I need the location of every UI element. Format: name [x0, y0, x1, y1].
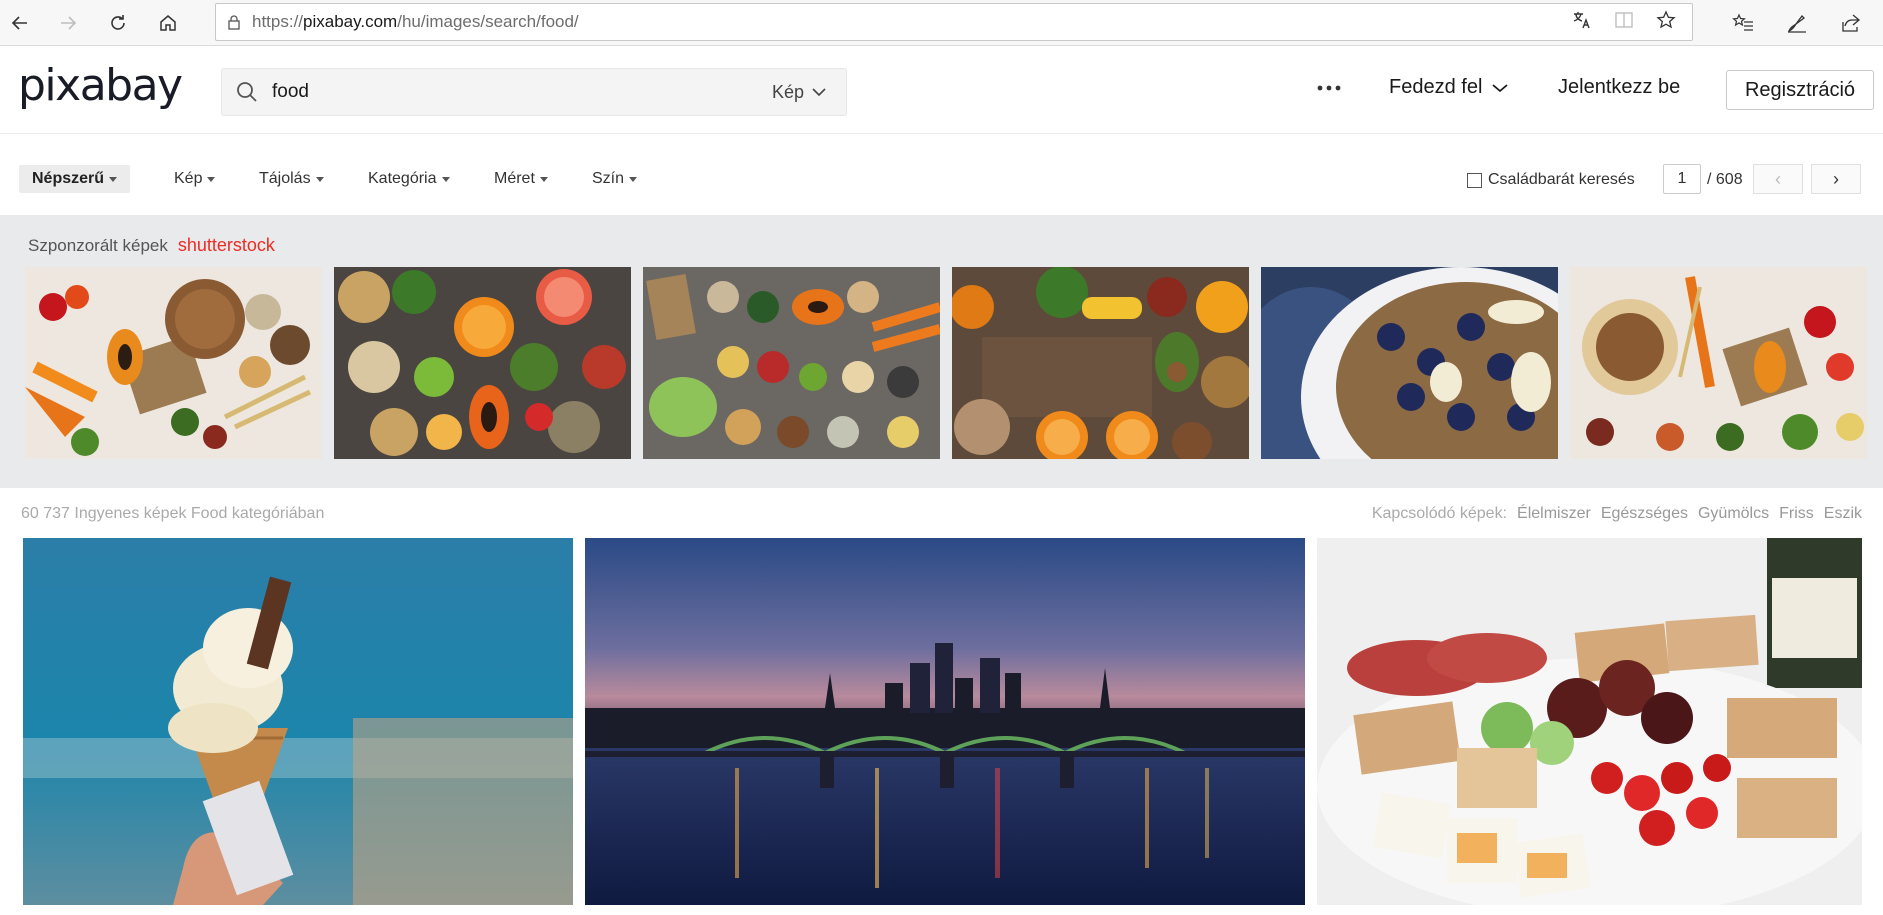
- sponsored-image-4[interactable]: [952, 267, 1249, 459]
- url-host: pixabay.com: [303, 12, 398, 31]
- filter-popular-label: Népszerű: [32, 170, 105, 187]
- site-header: pixabay Kép Fedezd fel Jelentkezz be Reg…: [0, 46, 1883, 134]
- caret-down-icon: [629, 176, 638, 182]
- filter-orientation[interactable]: Tájolás: [259, 165, 324, 193]
- url-path: /hu/images/search/food/: [397, 12, 579, 31]
- ellipsis-icon: [1317, 85, 1341, 91]
- caret-down-icon: [441, 176, 450, 182]
- translate-icon[interactable]: [1572, 10, 1592, 35]
- related-label: Kapcsolódó képek:: [1371, 505, 1508, 522]
- login-link[interactable]: Jelentkezz be: [1558, 76, 1680, 99]
- chevron-down-icon: [812, 88, 826, 97]
- filter-size[interactable]: Méret: [494, 165, 548, 193]
- favorite-star-icon[interactable]: [1656, 9, 1676, 35]
- page-total: / 608: [1707, 171, 1743, 188]
- related-tag-eat[interactable]: Eszik: [1824, 505, 1862, 523]
- share-icon[interactable]: [1835, 7, 1867, 39]
- related-tag-food[interactable]: Élelmiszer: [1517, 505, 1591, 523]
- filter-category-label: Kategória: [368, 170, 437, 187]
- search-type-dropdown[interactable]: Kép: [772, 82, 846, 103]
- result-image-2[interactable]: [585, 538, 1305, 905]
- result-image-1[interactable]: [23, 538, 573, 905]
- chevron-down-icon: [1492, 83, 1508, 92]
- sponsored-label: Szponzorált képek: [28, 236, 168, 255]
- arrow-right-icon: [61, 16, 77, 30]
- sponsored-section: Szponzorált képek shutterstock: [0, 215, 1883, 488]
- more-menu-button[interactable]: [1313, 72, 1345, 104]
- filter-category[interactable]: Kategória: [368, 165, 450, 193]
- caret-down-icon: [539, 176, 548, 182]
- family-safe-checkbox[interactable]: [1467, 172, 1482, 188]
- url-scheme: https://: [252, 12, 304, 31]
- explore-dropdown[interactable]: Fedezd fel: [1389, 76, 1508, 99]
- filter-size-label: Méret: [494, 170, 535, 187]
- reading-view-icon[interactable]: [1614, 10, 1634, 35]
- filter-image-type-label: Kép: [174, 170, 203, 187]
- family-safe-label: Családbarát keresés: [1488, 171, 1635, 188]
- register-button[interactable]: Regisztráció: [1726, 70, 1874, 110]
- lock-icon: [216, 14, 252, 30]
- filter-popular[interactable]: Népszerű: [19, 165, 131, 193]
- sponsored-image-2[interactable]: [334, 267, 631, 459]
- sponsored-image-6[interactable]: [1570, 267, 1867, 459]
- caret-down-icon: [109, 176, 118, 182]
- prev-page-button[interactable]: ‹: [1753, 164, 1803, 194]
- browser-toolbar: https://pixabay.com/hu/images/search/foo…: [0, 0, 1883, 46]
- shutterstock-logo[interactable]: shutterstock: [178, 235, 275, 256]
- filter-color[interactable]: Szín: [592, 165, 638, 193]
- family-safe-toggle[interactable]: Családbarát keresés: [1467, 171, 1635, 189]
- caret-down-icon: [315, 176, 324, 182]
- search-input[interactable]: [272, 81, 772, 103]
- sponsored-image-3[interactable]: [643, 267, 940, 459]
- home-button[interactable]: [152, 7, 184, 39]
- back-button[interactable]: [4, 7, 36, 39]
- sponsored-title: Szponzorált képek shutterstock: [28, 235, 275, 256]
- explore-label: Fedezd fel: [1389, 76, 1483, 98]
- filter-orientation-label: Tájolás: [259, 170, 311, 187]
- next-page-button[interactable]: ›: [1811, 164, 1861, 194]
- related-tag-healthy[interactable]: Egészséges: [1601, 505, 1688, 523]
- refresh-button[interactable]: [102, 7, 134, 39]
- related-tags: Kapcsolódó képek: Élelmiszer Egészséges …: [1372, 505, 1862, 523]
- home-icon: [160, 15, 176, 31]
- page-number-input[interactable]: [1663, 164, 1701, 194]
- chevron-right-icon: ›: [1833, 168, 1839, 189]
- refresh-icon: [111, 15, 125, 30]
- sponsored-image-5[interactable]: [1261, 267, 1558, 459]
- related-tag-fresh[interactable]: Friss: [1779, 505, 1814, 523]
- forward-button[interactable]: [52, 7, 84, 39]
- pen-icon[interactable]: [1781, 7, 1813, 39]
- caret-down-icon: [207, 176, 216, 182]
- address-bar[interactable]: https://pixabay.com/hu/images/search/foo…: [215, 3, 1693, 41]
- arrow-left-icon: [11, 16, 27, 30]
- result-image-3[interactable]: [1317, 538, 1862, 905]
- filter-image-type[interactable]: Kép: [174, 165, 216, 193]
- related-tag-fruit[interactable]: Gyümölcs: [1698, 505, 1769, 523]
- search-icon[interactable]: [222, 81, 272, 103]
- filter-color-label: Szín: [592, 170, 625, 187]
- search-bar: Kép: [221, 68, 847, 116]
- favorites-list-icon[interactable]: [1727, 7, 1759, 39]
- pixabay-logo[interactable]: pixabay: [18, 60, 183, 111]
- search-type-label: Kép: [771, 81, 804, 102]
- results-count: 60 737 Ingyenes képek Food kategóriában: [21, 505, 325, 522]
- filter-bar: Népszerű Kép Tájolás Kategória Méret Szí…: [0, 135, 1883, 215]
- sponsored-image-1[interactable]: [25, 267, 322, 459]
- url-text: https://pixabay.com/hu/images/search/foo…: [252, 12, 1572, 32]
- chevron-left-icon: ‹: [1775, 168, 1781, 189]
